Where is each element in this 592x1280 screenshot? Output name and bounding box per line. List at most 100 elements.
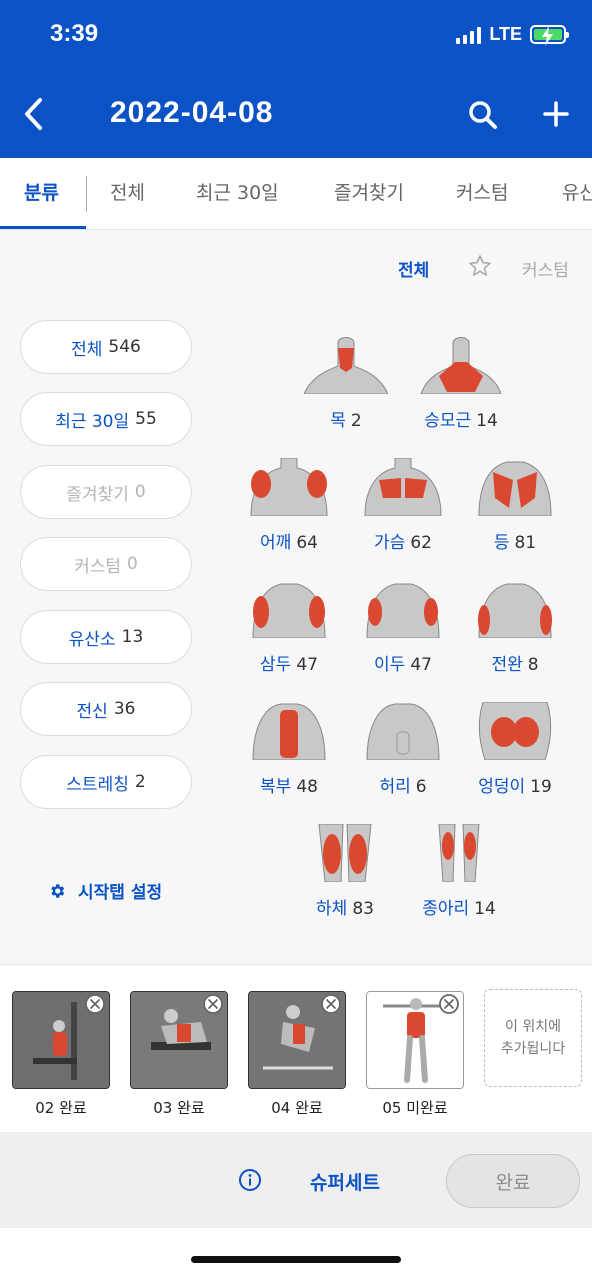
tab-cardio[interactable]: 유산 bbox=[562, 178, 592, 205]
superset-button[interactable]: 슈퍼세트 bbox=[310, 1168, 380, 1195]
glutes-muscle-image bbox=[478, 701, 552, 761]
app-header: 3:39 LTE 2022-04-08 bbox=[0, 0, 592, 158]
tab-recent-30[interactable]: 최근 30일 bbox=[196, 178, 279, 205]
calves-muscle-image bbox=[438, 823, 480, 883]
back-muscle-image bbox=[478, 461, 552, 517]
pill-label: 전체 bbox=[71, 339, 103, 360]
slot-status-label: 04 완료 bbox=[271, 1099, 323, 1117]
muscle-biceps[interactable]: 이두 47 bbox=[348, 580, 458, 675]
selected-exercise-slot[interactable]: 03 완료 bbox=[130, 991, 228, 1117]
star-icon bbox=[469, 255, 491, 276]
muscle-traps[interactable]: 승모근 14 bbox=[406, 336, 516, 431]
muscle-count: 81 bbox=[514, 533, 537, 553]
muscle-neck[interactable]: 목2 bbox=[291, 336, 401, 431]
info-button[interactable] bbox=[238, 1168, 262, 1192]
plus-icon bbox=[543, 101, 569, 127]
biceps-muscle-image bbox=[366, 583, 440, 639]
tab-custom[interactable]: 커스텀 bbox=[456, 178, 508, 205]
home-indicator[interactable] bbox=[191, 1256, 401, 1263]
muscle-count: 47 bbox=[410, 655, 432, 675]
muscle-count: 14 bbox=[476, 411, 498, 431]
category-pill-favorites[interactable]: 즐겨찾기 0 bbox=[20, 465, 192, 519]
placeholder-line-2: 추가됩니다 bbox=[500, 1041, 566, 1057]
muscle-forearms[interactable]: 전완 8 bbox=[460, 580, 570, 675]
muscle-label: 하체 bbox=[316, 899, 348, 919]
filter-all[interactable]: 전체 bbox=[398, 256, 429, 281]
muscle-back[interactable]: 등 81 bbox=[460, 458, 570, 553]
muscle-shoulders[interactable]: 어깨 64 bbox=[234, 457, 344, 553]
neck-muscle-image bbox=[303, 337, 389, 395]
close-circle-icon bbox=[203, 994, 223, 1014]
muscle-count: 64 bbox=[296, 533, 318, 553]
start-tab-settings[interactable]: 시작탭 설정 bbox=[48, 878, 162, 903]
selected-exercise-slot[interactable]: 05 미완료 bbox=[366, 991, 464, 1117]
muscle-chest[interactable]: 가슴 62 bbox=[348, 457, 458, 553]
muscle-count: 6 bbox=[415, 777, 427, 797]
pill-label: 스트레칭 bbox=[66, 774, 129, 795]
category-pill-all[interactable]: 전체 546 bbox=[20, 320, 192, 374]
muscle-label: 이두 bbox=[374, 655, 406, 675]
muscle-glutes[interactable]: 엉덩이 19 bbox=[460, 701, 570, 797]
pill-label: 전신 bbox=[76, 701, 108, 722]
filter-favorites[interactable] bbox=[468, 254, 492, 278]
pill-label: 즐겨찾기 bbox=[66, 484, 129, 505]
status-indicators: LTE bbox=[456, 24, 569, 46]
add-button[interactable] bbox=[538, 96, 574, 132]
category-pill-recent[interactable]: 최근 30일 55 bbox=[20, 392, 192, 446]
category-pill-cardio[interactable]: 유산소 13 bbox=[20, 610, 192, 664]
back-button[interactable] bbox=[18, 92, 52, 136]
muscle-label: 가슴 bbox=[374, 533, 406, 553]
tab-favorites[interactable]: 즐겨찾기 bbox=[334, 178, 404, 205]
gear-icon bbox=[51, 883, 65, 898]
lower-back-muscle-image bbox=[366, 703, 440, 761]
selected-exercises-tray: 02 완료 03 완료 04 완료 05 미완료 이 위치에추가됩니다 bbox=[0, 964, 592, 1132]
forearms-muscle-image bbox=[478, 583, 552, 639]
muscle-legs[interactable]: 하체 83 bbox=[290, 823, 400, 919]
category-pill-fullbody[interactable]: 전신 36 bbox=[20, 682, 192, 736]
pill-count: 36 bbox=[113, 699, 136, 719]
search-icon bbox=[469, 101, 497, 129]
muscle-abs[interactable]: 복부 48 bbox=[234, 702, 344, 797]
muscle-calves[interactable]: 종아리 14 bbox=[404, 823, 514, 919]
chest-muscle-image bbox=[364, 457, 442, 517]
muscle-count: 19 bbox=[530, 777, 552, 797]
muscle-label: 승모근 bbox=[424, 411, 472, 431]
remove-exercise-button[interactable] bbox=[438, 993, 460, 1015]
battery-icon bbox=[530, 25, 569, 46]
category-pill-custom[interactable]: 커스텀 0 bbox=[20, 537, 192, 591]
muscle-count: 83 bbox=[352, 899, 374, 919]
search-button[interactable] bbox=[466, 98, 500, 132]
placeholder-line-1: 이 위치에 bbox=[505, 1019, 561, 1035]
pill-count: 0 bbox=[127, 554, 138, 574]
remove-exercise-button[interactable] bbox=[202, 993, 224, 1015]
triceps-muscle-image bbox=[252, 583, 326, 639]
muscle-label: 허리 bbox=[379, 777, 411, 797]
pill-label: 최근 30일 bbox=[55, 411, 130, 432]
muscle-label: 엉덩이 bbox=[478, 777, 526, 797]
home-indicator-area bbox=[0, 1228, 592, 1280]
pill-count: 55 bbox=[135, 409, 157, 429]
legs-muscle-image bbox=[318, 823, 372, 883]
muscle-label: 전완 bbox=[491, 655, 523, 675]
selected-exercise-slot[interactable]: 02 완료 bbox=[12, 991, 110, 1117]
category-pill-stretching[interactable]: 스트레칭 2 bbox=[20, 755, 192, 809]
close-circle-icon bbox=[439, 994, 459, 1014]
chevron-left-icon bbox=[25, 98, 42, 130]
muscle-lower-back[interactable]: 허리 6 bbox=[348, 702, 458, 797]
tab-category[interactable]: 분류 bbox=[24, 178, 59, 205]
pill-count: 546 bbox=[108, 337, 141, 357]
muscle-label: 등 bbox=[493, 533, 510, 553]
filter-custom[interactable]: 커스텀 bbox=[522, 256, 569, 281]
active-tab-indicator bbox=[0, 226, 86, 229]
remove-exercise-button[interactable] bbox=[320, 993, 342, 1015]
start-tab-settings-label: 시작탭 설정 bbox=[78, 883, 163, 903]
done-button[interactable]: 완료 bbox=[446, 1154, 580, 1208]
remove-exercise-button[interactable] bbox=[84, 993, 106, 1015]
muscle-label: 어깨 bbox=[260, 533, 292, 553]
tab-all[interactable]: 전체 bbox=[110, 178, 145, 205]
selected-exercise-slot[interactable]: 04 완료 bbox=[248, 991, 346, 1117]
muscle-triceps[interactable]: 삼두 47 bbox=[234, 580, 344, 675]
muscle-count: 62 bbox=[410, 533, 432, 553]
add-slot-placeholder: 이 위치에추가됩니다 bbox=[484, 989, 582, 1087]
muscle-label: 종아리 bbox=[422, 899, 470, 919]
